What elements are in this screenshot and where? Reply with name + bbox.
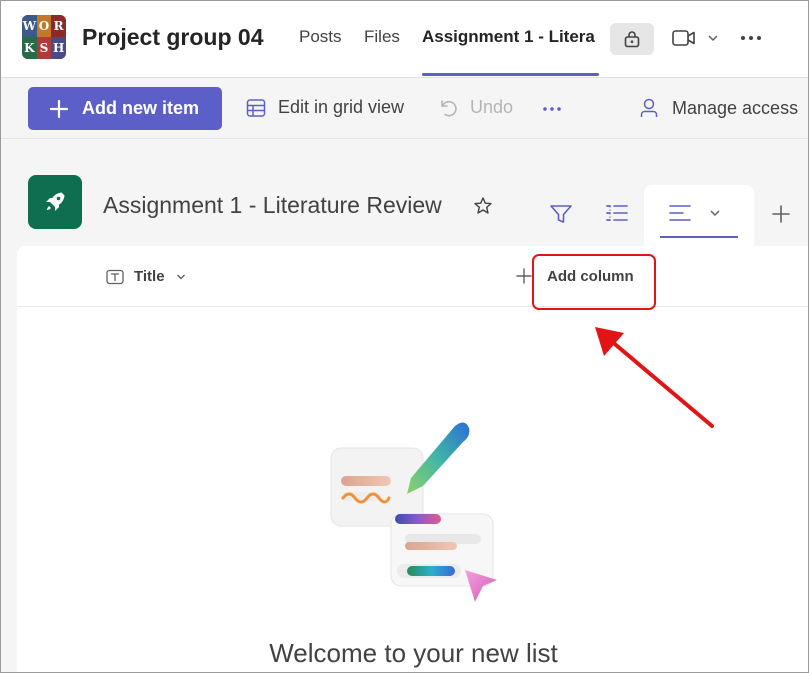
more-icon[interactable] [740, 35, 762, 41]
rocket-icon [46, 192, 65, 211]
column-header-divider [17, 306, 809, 307]
edit-grid-view-label: Edit in grid view [278, 97, 405, 117]
tab-assignment-1[interactable]: Assignment 1 - Litera [422, 27, 600, 47]
empty-state-heading: Welcome to your new list [269, 638, 558, 668]
all-items-view-icon [669, 205, 691, 221]
active-tab-indicator [422, 73, 599, 76]
star-icon[interactable] [473, 196, 493, 216]
list-title: Assignment 1 - Literature Review [103, 192, 442, 218]
avatar-letter: R [51, 15, 66, 37]
manage-access-button[interactable]: Manage access [638, 97, 798, 119]
lock-icon [624, 31, 640, 48]
grid-icon [246, 98, 266, 117]
title-column-header[interactable]: Title [106, 268, 187, 285]
plus-icon[interactable] [516, 268, 532, 284]
avatar-letter: W [22, 15, 37, 37]
list-view-options-icon[interactable] [605, 203, 629, 225]
avatar-letter: K [22, 37, 37, 59]
chevron-down-icon [176, 274, 185, 279]
plus-icon [50, 99, 68, 118]
undo-label: Undo [470, 97, 514, 117]
person-icon [640, 98, 658, 117]
avatar-letter: S [36, 37, 52, 59]
tab-files[interactable]: Files [364, 27, 400, 47]
undo-icon [441, 99, 457, 117]
team-name: Project group 04 [82, 24, 264, 50]
empty-list-illustration [330, 422, 497, 602]
add-new-item-label: Add new item [82, 98, 200, 118]
chevron-down-icon[interactable] [706, 33, 720, 43]
add-new-item-button[interactable]: Add new item [28, 87, 222, 130]
undo-button[interactable]: Undo [438, 97, 513, 118]
chevron-down-icon[interactable] [708, 208, 722, 218]
annotation-arrow [595, 327, 714, 428]
text-column-icon [106, 269, 124, 284]
edit-grid-view-button[interactable]: Edit in grid view [246, 97, 404, 118]
manage-access-label: Manage access [672, 97, 799, 118]
title-column-label: Title [134, 268, 165, 285]
lock-button[interactable] [610, 23, 654, 55]
more-icon[interactable] [542, 106, 562, 112]
active-view-indicator [660, 236, 738, 238]
filter-icon[interactable] [549, 203, 573, 225]
add-view-icon[interactable] [771, 204, 791, 224]
avatar-letter: H [51, 37, 66, 59]
video-icon[interactable] [672, 28, 696, 48]
tab-posts[interactable]: Posts [299, 27, 342, 47]
avatar-letter: O [36, 15, 52, 37]
list-icon [28, 175, 82, 229]
annotation-highlight-box [532, 254, 656, 310]
team-avatar[interactable]: W O R K S H [22, 15, 66, 59]
